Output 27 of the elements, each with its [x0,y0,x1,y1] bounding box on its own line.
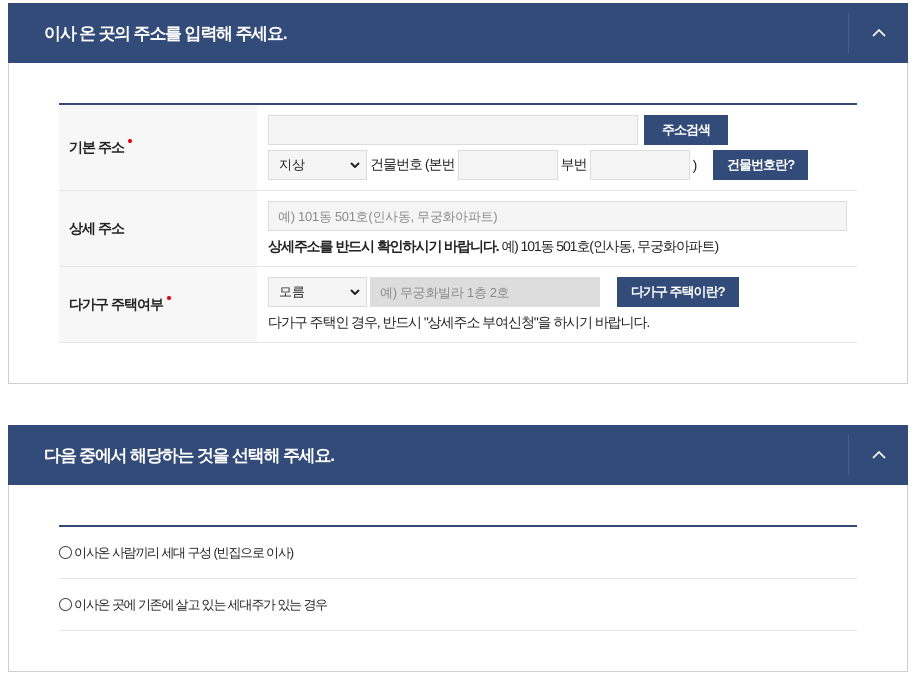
radio-button[interactable] [59,546,72,559]
field-label: 다가구 주택여부 [69,296,163,314]
help-button[interactable]: 건물번호란? [713,150,808,180]
radio-button[interactable] [59,598,72,611]
number-field[interactable] [458,150,558,180]
inline-label: ) [692,157,696,173]
field-label: 상세 주소 [69,220,124,238]
help-text: 상세주소를 반드시 확인하시기 바랍니다. 예) 101동 501호(인사동, 무궁화아파트) [268,237,718,256]
search-button[interactable]: 주소검색 [644,115,728,145]
number-field[interactable] [590,150,690,180]
chevron-up-icon [872,29,886,37]
section-title: 이사 온 곳의 주소를 입력해 주세요. [44,22,286,44]
help-text: 다가구 주택인 경우, 반드시 "상세주소 부여신청"을 하시기 바랍니다. [268,313,650,332]
option-label[interactable]: 이사온 곳에 기존에 살고 있는 세대주가 있는 경우 [74,596,327,614]
chevron-up-icon [872,451,886,459]
detail-address-field[interactable]: 예) 101동 501호(인사동, 무궁화아파트) [268,201,847,231]
help-button[interactable]: 다가구 주택이란? [617,277,739,307]
option-label[interactable]: 이사온 사람끼리 세대 구성 (빈집으로 이사) [74,544,293,562]
address-field[interactable] [268,115,638,145]
section-title: 다음 중에서 해당하는 것을 선택해 주세요. [44,444,334,466]
dropdown[interactable]: 지상 [268,150,367,180]
caret-icon [350,289,360,295]
inline-label: 부번 [560,156,587,174]
field-label: 기본 주소 [69,138,124,156]
inline-label: 건물번호 (본번 [370,156,455,174]
dropdown[interactable]: 모름 [268,277,367,307]
caret-icon [350,162,360,168]
